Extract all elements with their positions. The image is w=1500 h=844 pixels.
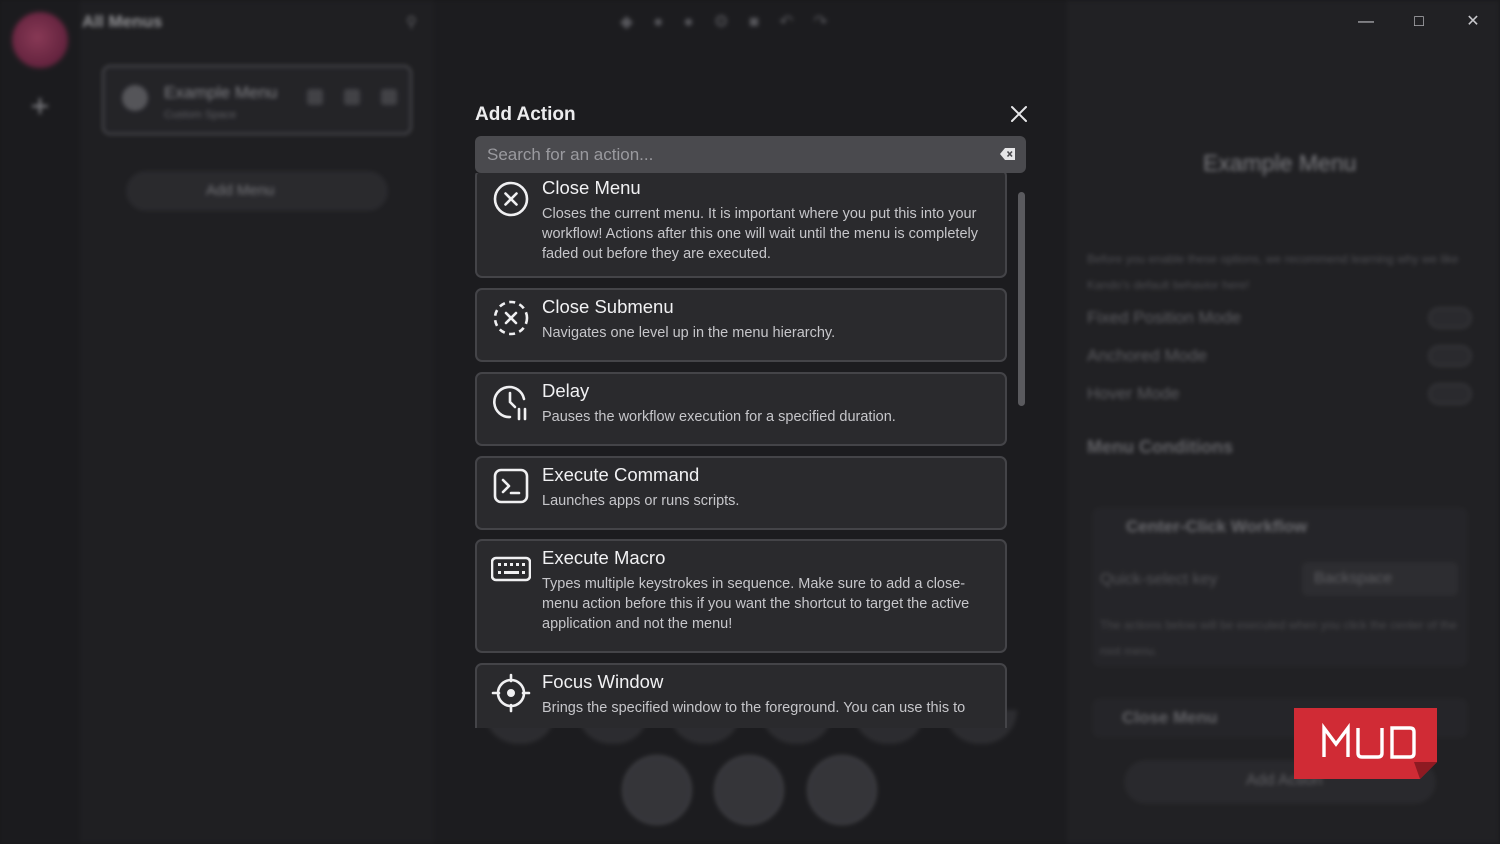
muo-logo <box>1294 708 1437 779</box>
action-name: Delay <box>542 380 590 401</box>
action-description: Launches apps or runs scripts. <box>542 493 740 509</box>
action-description: Navigates one level up in the menu hiera… <box>542 325 836 341</box>
minimize-icon[interactable]: — <box>1354 10 1378 34</box>
action-item-close-submenu[interactable]: Close Submenu Navigates one level up in … <box>475 288 1007 362</box>
action-item-focus-window[interactable]: Focus Window Brings the specified window… <box>475 663 1007 728</box>
close-icon[interactable]: ✕ <box>1461 10 1485 34</box>
action-name: Close Submenu <box>542 296 674 317</box>
clear-search-icon[interactable] <box>1000 147 1016 161</box>
action-item-execute-macro[interactable]: Execute Macro Types multiple keystrokes … <box>475 539 1007 653</box>
search-input[interactable] <box>475 136 995 173</box>
action-item-execute-command[interactable]: Execute Command Launches apps or runs sc… <box>475 456 1007 530</box>
action-name: Execute Command <box>542 464 700 485</box>
action-list: Close Menu Closes the current menu. It i… <box>475 173 1026 728</box>
close-circle-icon <box>491 179 531 219</box>
action-description: Closes the current menu. It is important… <box>542 206 978 262</box>
action-list-scrollbar[interactable] <box>1018 192 1025 406</box>
action-item-close-menu[interactable]: Close Menu Closes the current menu. It i… <box>475 173 1007 278</box>
action-description: Pauses the workflow execution for a spec… <box>542 409 896 425</box>
crosshair-icon <box>491 673 531 713</box>
modal-title: Add Action <box>475 104 576 125</box>
app-window: + All Menus ⚲ Example Menu Custom Space … <box>0 0 1500 844</box>
action-description: Brings the specified window to the foreg… <box>542 700 966 716</box>
close-dashed-circle-icon <box>491 298 531 338</box>
maximize-icon[interactable]: □ <box>1407 10 1431 34</box>
action-item-delay[interactable]: Delay Pauses the workflow execution for … <box>475 372 1007 446</box>
action-name: Focus Window <box>542 671 664 692</box>
action-description: Types multiple keystrokes in sequence. M… <box>542 576 970 632</box>
search-box <box>475 136 1026 173</box>
keyboard-icon <box>490 549 532 589</box>
clock-pause-icon <box>491 382 531 422</box>
modal-close-icon[interactable] <box>1008 103 1030 125</box>
action-name: Close Menu <box>542 177 641 198</box>
action-name: Execute Macro <box>542 547 666 568</box>
terminal-icon <box>491 466 531 506</box>
